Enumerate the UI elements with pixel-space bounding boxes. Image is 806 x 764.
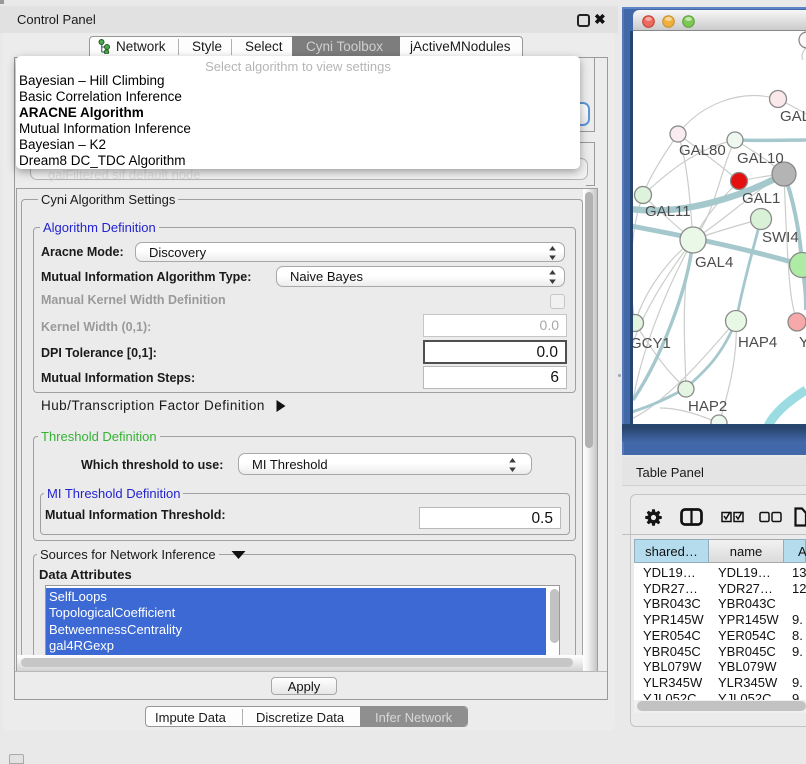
svg-text:GAL4: GAL4	[695, 254, 733, 271]
svg-text:HAP2: HAP2	[688, 398, 727, 415]
svg-text:GCY1: GCY1	[630, 335, 671, 352]
svg-text:GAL11: GAL11	[645, 203, 691, 220]
svg-text:YJ: YJ	[799, 334, 806, 351]
svg-text:HAP4: HAP4	[738, 334, 777, 351]
svg-text:SWI4: SWI4	[762, 229, 799, 246]
svg-text:GAL2: GAL2	[780, 108, 806, 125]
svg-text:GAL80: GAL80	[679, 142, 726, 159]
svg-text:GAL1: GAL1	[742, 190, 780, 207]
svg-text:GAL10: GAL10	[737, 150, 784, 167]
